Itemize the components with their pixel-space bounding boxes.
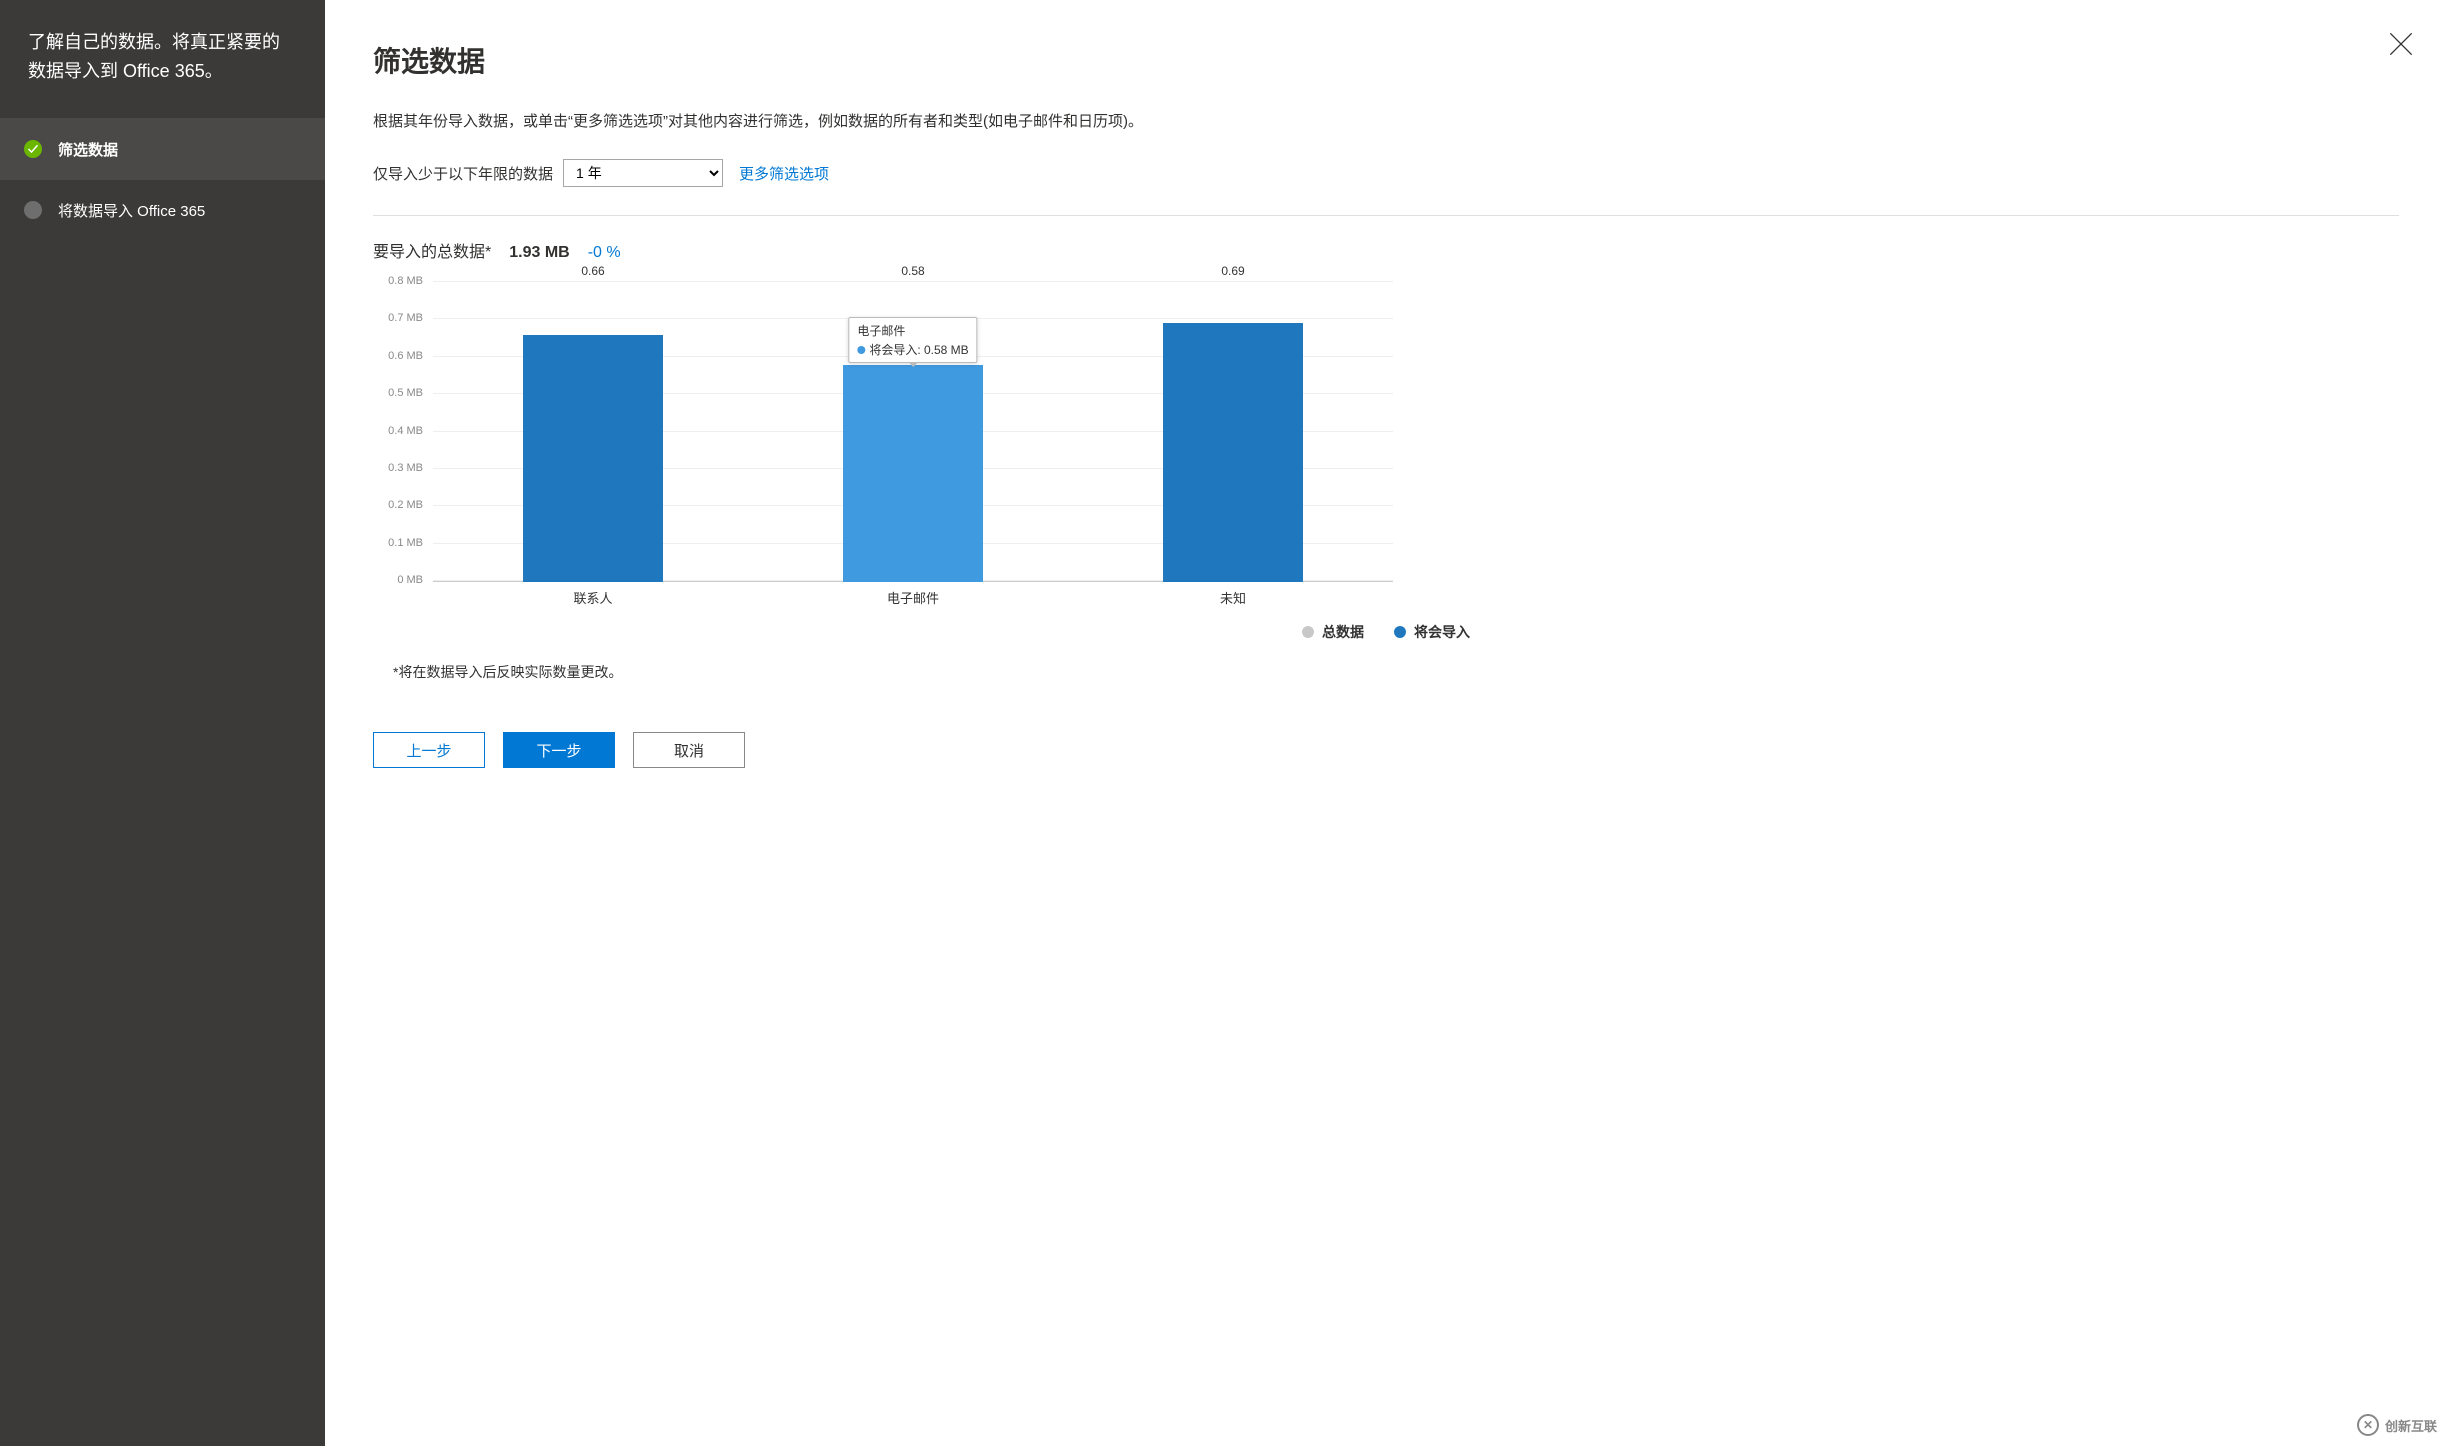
bar-import[interactable] — [843, 365, 983, 583]
watermark: ✕ 创新互联 — [2357, 1414, 2437, 1436]
y-tick-label: 0 MB — [373, 574, 423, 586]
bar-value-label: 0.66 — [581, 264, 604, 278]
sidebar-header: 了解自己的数据。将真正紧要的数据导入到 Office 365。 — [0, 0, 325, 119]
chart-tooltip: 电子邮件 将会导入: 0.58 MB — [848, 317, 977, 363]
next-button[interactable]: 下一步 — [503, 732, 615, 768]
page-description: 根据其年份导入数据，或单击“更多筛选选项”对其他内容进行筛选，例如数据的所有者和… — [373, 110, 2399, 131]
x-tick-label: 联系人 — [433, 582, 753, 612]
more-filters-link[interactable]: 更多筛选选项 — [739, 163, 829, 184]
tooltip-category: 电子邮件 — [857, 322, 968, 339]
cancel-button[interactable]: 取消 — [633, 732, 745, 768]
back-button[interactable]: 上一步 — [373, 732, 485, 768]
legend-label: 总数据 — [1322, 622, 1364, 642]
legend-item-total: 总数据 — [1302, 622, 1364, 642]
age-filter-label: 仅导入少于以下年限的数据 — [373, 163, 553, 184]
wizard-step-list: 筛选数据 将数据导入 Office 365 — [0, 119, 325, 241]
dot-icon — [857, 346, 865, 354]
page-title: 筛选数据 — [373, 40, 2399, 80]
bar-group: 0.69 — [1073, 282, 1393, 582]
y-tick-label: 0.3 MB — [373, 462, 423, 474]
footnote: *将在数据导入后反映实际数量更改。 — [393, 662, 2399, 682]
divider — [373, 215, 2399, 216]
y-tick-label: 0.7 MB — [373, 312, 423, 324]
y-tick-label: 0.8 MB — [373, 275, 423, 287]
bar-value-label: 0.69 — [1221, 264, 1244, 278]
legend-dot-icon — [1302, 626, 1314, 638]
import-size-chart: 0 MB 0.1 MB 0.2 MB 0.3 MB 0.4 MB 0.5 MB 0.6 MB… — [373, 282, 1393, 612]
circle-icon — [24, 201, 42, 219]
wizard-sidebar: 了解自己的数据。将真正紧要的数据导入到 Office 365。 筛选数据 将数据… — [0, 0, 325, 1446]
age-filter-select[interactable]: 1 年 — [563, 159, 723, 187]
bar-value-label: 0.58 — [901, 264, 924, 278]
legend-dot-icon — [1394, 626, 1406, 638]
y-tick-label: 0.2 MB — [373, 499, 423, 511]
total-data-value: 1.93 MB — [509, 244, 569, 262]
legend-item-import: 将会导入 — [1394, 622, 1470, 642]
tooltip-text: 将会导入: 0.58 MB — [869, 343, 968, 357]
wizard-step-filter-data[interactable]: 筛选数据 — [0, 119, 325, 180]
watermark-text: 创新互联 — [2385, 1416, 2437, 1435]
x-tick-label: 未知 — [1073, 582, 1393, 612]
chart-legend: 总数据 将会导入 — [373, 622, 2399, 642]
wizard-step-import-data[interactable]: 将数据导入 Office 365 — [0, 180, 325, 241]
bar-import[interactable] — [523, 335, 663, 583]
wizard-step-label: 筛选数据 — [58, 139, 118, 160]
y-tick-label: 0.1 MB — [373, 537, 423, 549]
legend-label: 将会导入 — [1414, 622, 1470, 642]
y-tick-label: 0.5 MB — [373, 387, 423, 399]
check-icon — [24, 140, 42, 158]
main-panel: 筛选数据 根据其年份导入数据，或单击“更多筛选选项”对其他内容进行筛选，例如数据… — [325, 0, 2447, 1446]
x-tick-label: 电子邮件 — [753, 582, 1073, 612]
bar-group: 0.66 — [433, 282, 753, 582]
close-icon[interactable] — [2385, 28, 2417, 60]
y-tick-label: 0.6 MB — [373, 350, 423, 362]
bar-import[interactable] — [1163, 323, 1303, 582]
wizard-step-label: 将数据导入 Office 365 — [58, 200, 205, 221]
y-tick-label: 0.4 MB — [373, 425, 423, 437]
total-data-percent: -0 % — [588, 244, 621, 262]
watermark-logo-icon: ✕ — [2357, 1414, 2379, 1436]
total-data-label: 要导入的总数据* — [373, 238, 491, 262]
